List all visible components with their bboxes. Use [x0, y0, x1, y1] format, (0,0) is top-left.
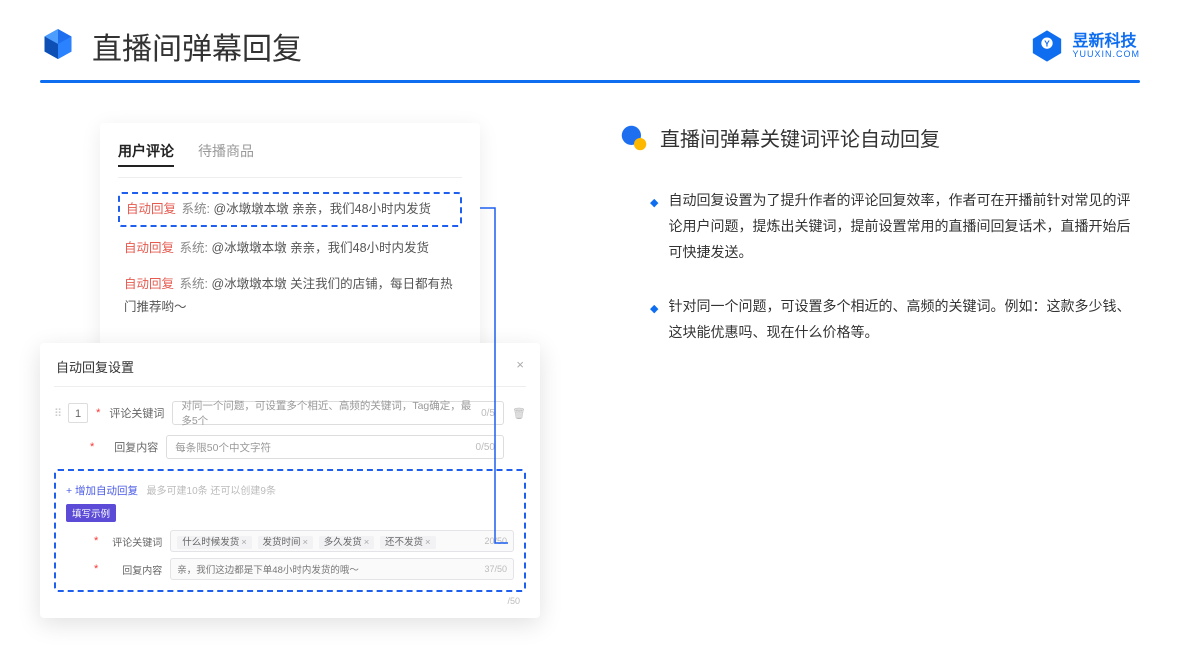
keyword-label: 评论关键词	[106, 534, 162, 549]
svg-text:Y: Y	[1045, 39, 1051, 49]
example-pill: 填写示例	[66, 504, 116, 522]
required-asterisk: *	[90, 441, 94, 453]
char-count: 37/50	[484, 564, 507, 574]
modal-header: 自动回复设置 ×	[54, 355, 526, 387]
auto-reply-tag: 自动回复	[126, 202, 176, 216]
comment-highlighted: 自动回复 系统: @冰墩墩本墩 亲亲，我们48小时内发货	[118, 192, 462, 227]
bullet-item: ◆ 针对同一个问题，可设置多个相近的、高频的关键词。例如：这款多少钱、这块能优惠…	[620, 294, 1140, 346]
system-label: 系统:	[180, 277, 208, 291]
input-placeholder: 每条限50个中文字符	[175, 440, 271, 455]
example-reply-text: 亲，我们这边都是下单48小时内发货的哦～	[177, 562, 359, 576]
example-row-reply: * 回复内容 亲，我们这边都是下单48小时内发货的哦～ 37/50	[66, 558, 514, 580]
add-hint: 最多可建10条 还可以创建9条	[147, 486, 276, 497]
system-label: 系统:	[180, 241, 208, 255]
section-heading: 直播间弹幕关键词评论自动回复	[620, 123, 1140, 152]
bullet-icon: ◆	[650, 299, 658, 346]
char-count: 0/5	[481, 408, 495, 419]
form-row-reply: * 回复内容 每条限50个中文字符 0/50	[54, 435, 526, 459]
right-content: 直播间弹幕关键词评论自动回复 ◆ 自动回复设置为了提升作者的评论回复效率，作者可…	[580, 123, 1140, 373]
comment-text: @冰墩墩本墩 亲亲，我们48小时内发货	[211, 241, 429, 255]
add-auto-reply-link[interactable]: + 增加自动回复	[66, 483, 138, 498]
tag-chip[interactable]: 什么时候发货×	[177, 536, 252, 549]
tag-chip[interactable]: 多久发货×	[319, 536, 375, 549]
header: 直播间弹幕回复 Y 昱新科技 YUUXIN.COM	[0, 0, 1180, 80]
chat-bubble-icon	[620, 124, 648, 152]
keyword-input[interactable]: 对同一个问题，可设置多个相近、高频的关键词，Tag确定，最多5个 0/5	[172, 401, 504, 425]
tag-chip-list: 什么时候发货× 发货时间× 多久发货× 还不发货×	[177, 534, 438, 548]
example-row-keyword: * 评论关键词 什么时候发货× 发货时间× 多久发货× 还不发货× 20/50	[66, 530, 514, 552]
section-title: 直播间弹幕关键词评论自动回复	[660, 123, 940, 152]
required-asterisk: *	[94, 535, 98, 547]
tag-chip[interactable]: 还不发货×	[380, 536, 436, 549]
example-keyword-input[interactable]: 什么时候发货× 发货时间× 多久发货× 还不发货× 20/50	[170, 530, 514, 552]
system-label: 系统:	[182, 202, 210, 216]
comment-item: 自动回复 系统: @冰墩墩本墩 亲亲，我们48小时内发货	[118, 233, 462, 264]
screenshot-stack: 用户评论 待播商品 自动回复 系统: @冰墩墩本墩 亲亲，我们48小时内发货 自…	[40, 123, 540, 373]
reply-label: 回复内容	[106, 562, 162, 577]
brand-name-en: YUUXIN.COM	[1072, 50, 1140, 59]
tabs: 用户评论 待播商品	[118, 141, 462, 178]
page-title: 直播间弹幕回复	[92, 24, 302, 68]
bullet-item: ◆ 自动回复设置为了提升作者的评论回复效率，作者可在开播前针对常见的评论用户问题…	[620, 188, 1140, 266]
comment-item: 自动回复 系统: @冰墩墩本墩 关注我们的店铺，每日都有热门推荐哟～	[118, 269, 462, 322]
form-row-keyword: ⠿ 1 * 评论关键词 对同一个问题，可设置多个相近、高频的关键词，Tag确定，…	[54, 401, 526, 425]
cube-icon	[40, 26, 76, 67]
brand-name-cn: 昱新科技	[1072, 34, 1140, 50]
bullet-text: 自动回复设置为了提升作者的评论回复效率，作者可在开播前针对常见的评论用户问题，提…	[668, 188, 1140, 266]
auto-reply-tag: 自动回复	[124, 241, 174, 255]
outer-count: /50	[54, 592, 526, 606]
close-icon[interactable]: ×	[516, 357, 524, 376]
keyword-label: 评论关键词	[108, 405, 164, 421]
bullet-text: 针对同一个问题，可设置多个相近的、高频的关键词。例如：这款多少钱、这块能优惠吗、…	[668, 294, 1140, 346]
required-asterisk: *	[94, 563, 98, 575]
rule-number: 1	[68, 403, 88, 423]
example-reply-input[interactable]: 亲，我们这边都是下单48小时内发货的哦～ 37/50	[170, 558, 514, 580]
auto-reply-settings-modal: 自动回复设置 × ⠿ 1 * 评论关键词 对同一个问题，可设置多个相近、高频的关…	[40, 343, 540, 618]
example-block: + 增加自动回复 最多可建10条 还可以创建9条 填写示例 * 评论关键词 什么…	[54, 469, 526, 592]
modal-title: 自动回复设置	[56, 357, 134, 376]
delete-icon[interactable]: 🗑	[512, 407, 526, 420]
required-asterisk: *	[96, 407, 100, 419]
header-left: 直播间弹幕回复	[40, 24, 302, 68]
brand-logo-block: Y 昱新科技 YUUXIN.COM	[1030, 29, 1140, 63]
main: 用户评论 待播商品 自动回复 系统: @冰墩墩本墩 亲亲，我们48小时内发货 自…	[0, 83, 1180, 393]
char-count: 20/50	[484, 536, 507, 546]
bullet-icon: ◆	[650, 193, 658, 266]
brand-mark-icon: Y	[1030, 29, 1064, 63]
input-placeholder: 对同一个问题，可设置多个相近、高频的关键词，Tag确定，最多5个	[181, 398, 481, 428]
tab-user-comments[interactable]: 用户评论	[118, 141, 174, 167]
tab-pending-goods[interactable]: 待播商品	[198, 141, 254, 167]
reply-label: 回复内容	[102, 439, 158, 455]
reply-input[interactable]: 每条限50个中文字符 0/50	[166, 435, 504, 459]
auto-reply-tag: 自动回复	[124, 277, 174, 291]
tag-chip[interactable]: 发货时间×	[258, 536, 314, 549]
drag-handle-icon[interactable]: ⠿	[54, 407, 60, 420]
char-count: 0/50	[476, 442, 495, 453]
comment-text: @冰墩墩本墩 亲亲，我们48小时内发货	[213, 202, 431, 216]
